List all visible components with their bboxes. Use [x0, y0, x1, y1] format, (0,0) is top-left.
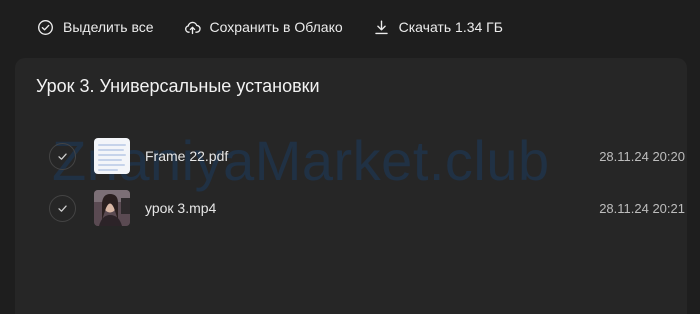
- video-thumbnail: [94, 190, 130, 226]
- file-select-checkbox[interactable]: [49, 142, 76, 170]
- select-all-label: Выделить все: [63, 19, 154, 35]
- save-to-cloud-button[interactable]: Сохранить в Облако: [184, 19, 343, 36]
- file-date: 28.11.24 20:21: [599, 200, 685, 216]
- checkmark-icon: [58, 152, 67, 160]
- check-circle-icon: [37, 19, 54, 36]
- select-all-button[interactable]: Выделить все: [37, 19, 154, 36]
- file-share-page: Выделить все Сохранить в Облако Скачать …: [0, 0, 700, 314]
- file-name: урок 3.mp4: [145, 200, 217, 216]
- file-date: 28.11.24 20:20: [599, 148, 685, 164]
- file-row[interactable]: Frame 22.pdf 28.11.24 20:20: [49, 138, 685, 174]
- cloud-upload-icon: [184, 19, 201, 36]
- file-select-checkbox[interactable]: [49, 194, 76, 222]
- checkmark-icon: [58, 204, 67, 212]
- toolbar: Выделить все Сохранить в Облако Скачать …: [37, 15, 503, 39]
- file-name: Frame 22.pdf: [145, 148, 229, 164]
- file-row[interactable]: урок 3.mp4 28.11.24 20:21: [49, 190, 685, 226]
- folder-title: Урок 3. Универсальные установки: [36, 76, 320, 96]
- video-preview-image: [94, 190, 130, 226]
- save-to-cloud-label: Сохранить в Облако: [209, 19, 343, 35]
- pdf-thumbnail: [94, 138, 130, 174]
- download-label: Скачать 1.34 ГБ: [398, 19, 503, 35]
- download-button[interactable]: Скачать 1.34 ГБ: [373, 19, 503, 36]
- download-icon: [373, 19, 390, 36]
